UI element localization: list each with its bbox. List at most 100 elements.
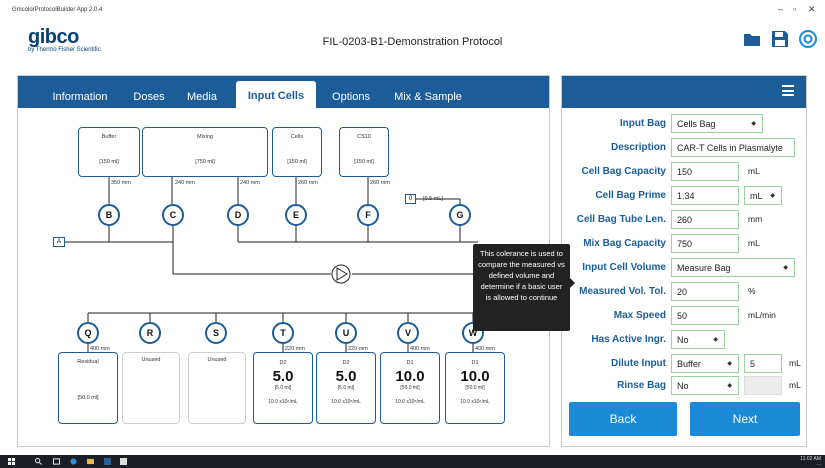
row-cell-bag-tube-len: Cell Bag Tube Len. 260 mm <box>562 210 806 230</box>
caret-icon: ◆ <box>751 121 756 127</box>
description-field[interactable]: CAR-T Cells in Plasmalyte <box>671 138 795 157</box>
dose-volume: [50.0 ml] <box>400 385 420 391</box>
tab-bar: Information Doses Media Input Cells Opti… <box>18 76 549 108</box>
tab-mix-sample[interactable]: Mix & Sample <box>386 84 470 108</box>
valve-s[interactable]: S <box>205 322 227 344</box>
valve-v[interactable]: V <box>397 322 419 344</box>
edge-browser-icon[interactable] <box>70 458 77 465</box>
cell-bag-prime-field[interactable]: 1.34 <box>671 186 739 205</box>
open-folder-icon[interactable] <box>743 30 761 48</box>
dose-concentration: 10.0 x10⁶/mL <box>268 399 298 405</box>
valve-u[interactable]: U <box>335 322 357 344</box>
dose-amount: 10.0 <box>460 368 490 385</box>
select-value: No <box>677 381 689 391</box>
back-button[interactable]: Back <box>569 402 677 436</box>
taskbar-clock: 11:02 AM ... <box>800 457 821 467</box>
mix-bag-capacity-field[interactable]: 750 <box>671 234 739 253</box>
settings-header <box>562 76 806 108</box>
waste-box[interactable]: 0 <box>405 194 416 204</box>
settings-panel: Input Bag Cells Bag ◆ Description CAR-T C… <box>561 75 807 447</box>
valve-r[interactable]: R <box>139 322 161 344</box>
tab-media[interactable]: Media <box>180 84 224 108</box>
valve-q[interactable]: Q <box>77 322 99 344</box>
bag-buffer[interactable]: Buffer [150 ml] <box>78 127 140 177</box>
app-header: gibco by Thermo Fisher Scientific FIL-02… <box>0 22 825 68</box>
bag-residual[interactable]: Residual [50.0 ml] <box>58 352 118 424</box>
bag-dose-d1[interactable]: D1 10.0 [50.0 ml] 10.0 x10⁶/mL <box>380 352 440 424</box>
caret-icon: ◆ <box>770 193 775 199</box>
valve-d[interactable]: D <box>227 204 249 226</box>
select-value: Buffer <box>677 359 701 369</box>
bag-dose-d1[interactable]: D1 10.0 [50.0 ml] 10.0 x10⁶/mL <box>445 352 505 424</box>
app-taskbar-icon[interactable] <box>104 458 111 465</box>
bag-volume: [150 ml] <box>99 159 119 165</box>
dose-concentration: 10.0 x10⁶/mL <box>331 399 361 405</box>
valve-g[interactable]: G <box>449 204 471 226</box>
description-label: Description <box>610 142 666 153</box>
menu-icon[interactable] <box>782 85 794 99</box>
bag-name: D1 <box>406 360 414 366</box>
has-active-ingr-label: Has Active Ingr. <box>591 334 666 345</box>
bag-name: CS10 <box>357 134 371 140</box>
windows-start-icon[interactable] <box>8 458 15 465</box>
minimize-icon[interactable]: – <box>778 4 783 14</box>
app-taskbar-icon[interactable] <box>120 458 127 465</box>
valve-e[interactable]: E <box>285 204 307 226</box>
row-cell-bag-prime: Cell Bag Prime 1.34 mL ◆ <box>562 186 806 206</box>
max-speed-field[interactable]: 50 <box>671 306 739 325</box>
help-icon[interactable] <box>799 30 817 48</box>
valve-c[interactable]: C <box>162 204 184 226</box>
maximize-icon[interactable]: ▫ <box>793 4 796 14</box>
unit-label: % <box>748 286 756 296</box>
search-icon[interactable] <box>35 458 42 465</box>
rinse-bag-label: Rinse Bag <box>617 380 666 391</box>
close-icon[interactable]: ✕ <box>808 4 816 15</box>
bag-unused[interactable]: Unused <box>122 352 180 424</box>
rinse-bag-select[interactable]: No ◆ <box>671 376 739 395</box>
bag-dose-d2[interactable]: D2 5.0 [5.0 ml] 10.0 x10⁶/mL <box>316 352 376 424</box>
input-bag-select[interactable]: Cells Bag ◆ <box>671 114 763 133</box>
dilute-input-amount-field[interactable]: 5 <box>744 354 782 373</box>
cell-bag-prime-unit-select[interactable]: mL ◆ <box>744 186 782 205</box>
unit-label: mL <box>748 238 760 248</box>
bag-name: D2 <box>279 360 287 366</box>
bag-volume: [150 ml] <box>287 159 307 165</box>
cell-bag-capacity-field[interactable]: 150 <box>671 162 739 181</box>
file-explorer-icon[interactable] <box>87 458 94 465</box>
caret-icon: ◆ <box>713 337 718 343</box>
taskbar: 11:02 AM ... <box>0 455 825 468</box>
unit-label: mm <box>748 214 763 224</box>
tube-length: 350 mm <box>111 180 131 186</box>
select-value: mL <box>750 191 763 201</box>
valve-b[interactable]: B <box>98 204 120 226</box>
has-active-ingr-select[interactable]: No ◆ <box>671 330 725 349</box>
valve-f[interactable]: F <box>357 204 379 226</box>
bag-cells[interactable]: Cells [150 ml] <box>272 127 322 177</box>
dose-amount: 5.0 <box>272 368 294 385</box>
rinse-bag-amount-field[interactable] <box>744 376 782 395</box>
input-cell-volume-select[interactable]: Measure Bag ◆ <box>671 258 795 277</box>
bag-unused[interactable]: Unused <box>188 352 246 424</box>
cell-bag-capacity-label: Cell Bag Capacity <box>581 166 666 177</box>
dose-volume: [50.0 ml] <box>465 385 485 391</box>
tubing-diagram: Buffer [150 ml] Mixing [750 ml] Cells [1… <box>18 108 549 446</box>
waste-volume: [0.5 mL] <box>423 196 443 202</box>
max-speed-label: Max Speed <box>613 310 666 321</box>
tab-input-cells[interactable]: Input Cells <box>236 81 316 108</box>
bag-volume: [50.0 ml] <box>77 395 99 401</box>
cell-bag-tube-len-field[interactable]: 260 <box>671 210 739 229</box>
measured-vol-tol-field[interactable]: 20 <box>671 282 739 301</box>
bag-cs10[interactable]: CS10 [150 ml] <box>339 127 389 177</box>
bag-mixing[interactable]: Mixing [750 ml] <box>142 127 268 177</box>
next-button[interactable]: Next <box>690 402 800 436</box>
bag-name: Mixing <box>197 134 213 140</box>
tab-doses[interactable]: Doses <box>126 84 172 108</box>
dilute-input-select[interactable]: Buffer ◆ <box>671 354 739 373</box>
valve-t[interactable]: T <box>272 322 294 344</box>
tab-information[interactable]: Information <box>40 84 120 108</box>
tab-options[interactable]: Options <box>323 84 379 108</box>
save-icon[interactable] <box>771 30 789 48</box>
inlet-a[interactable]: A <box>53 237 65 247</box>
task-view-icon[interactable] <box>53 458 60 465</box>
bag-dose-d2[interactable]: D2 5.0 [5.0 ml] 10.0 x10⁶/mL <box>253 352 313 424</box>
